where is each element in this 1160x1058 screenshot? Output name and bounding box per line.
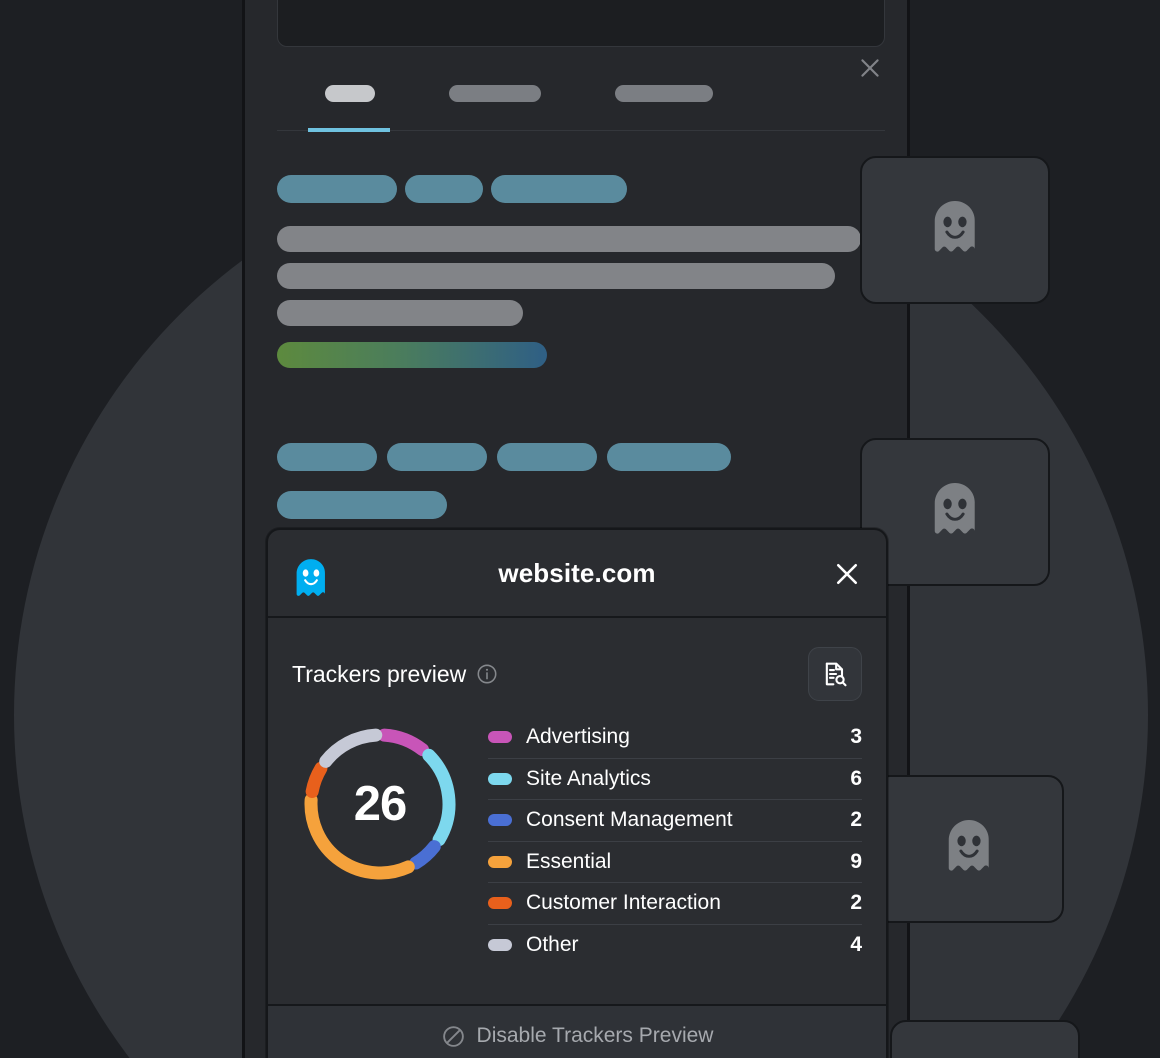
legend-count: 2	[850, 808, 862, 832]
ghost-icon	[942, 817, 996, 882]
legend-count: 3	[850, 725, 862, 749]
skeleton-pill	[405, 175, 483, 203]
ban-circle-slash-icon	[441, 1024, 466, 1049]
skeleton-tab-3[interactable]	[615, 85, 713, 102]
ghost-icon	[928, 198, 982, 263]
ghost-placeholder-card	[874, 775, 1064, 923]
trackers-preview-header: Trackers preview	[292, 647, 862, 701]
trackers-total-count: 26	[353, 777, 408, 831]
skeleton-pill	[277, 175, 397, 203]
legend-row[interactable]: Consent Management 2	[488, 800, 862, 842]
close-icon[interactable]	[857, 55, 883, 81]
skeleton-pill	[277, 491, 447, 519]
legend-label: Other	[526, 933, 579, 957]
legend-swatch	[488, 731, 512, 744]
ghostery-ghost-icon	[293, 558, 329, 598]
legend-count: 2	[850, 891, 862, 915]
ghostery-popup: website.com Trackers preview 26 Advertis…	[266, 528, 888, 1058]
legend-count: 4	[850, 933, 862, 957]
trackers-donut-chart: 26	[292, 716, 468, 892]
skeleton-text-line	[277, 226, 861, 252]
legend-row[interactable]: Other 4	[488, 925, 862, 967]
legend-row[interactable]: Site Analytics 6	[488, 759, 862, 800]
disable-trackers-preview-button[interactable]: Disable Trackers Preview	[268, 1004, 886, 1058]
legend-swatch	[488, 772, 512, 785]
ghost-icon	[928, 480, 982, 545]
skeleton-tab-bar	[277, 85, 885, 132]
legend-swatch	[488, 814, 512, 827]
skeleton-pill	[277, 443, 377, 471]
ghost-placeholder-card	[890, 1020, 1080, 1058]
skeleton-text-line	[277, 263, 835, 289]
close-icon[interactable]	[832, 559, 862, 589]
popup-body: Trackers preview 26 Advertising 3 Site A…	[268, 618, 886, 966]
legend-label: Customer Interaction	[526, 891, 721, 915]
skeleton-pill	[497, 443, 597, 471]
legend-count: 6	[850, 766, 862, 790]
trackers-preview-heading-group: Trackers preview	[292, 661, 498, 688]
legend-label: Site Analytics	[526, 766, 651, 790]
skeleton-pill	[491, 175, 627, 203]
legend-label: Consent Management	[526, 808, 733, 832]
info-circle-icon[interactable]	[476, 663, 498, 685]
screenshot-root: website.com Trackers preview 26 Advertis…	[0, 0, 1160, 1058]
legend-swatch	[488, 939, 512, 952]
legend-row[interactable]: Customer Interaction 2	[488, 883, 862, 925]
legend-row[interactable]: Essential 9	[488, 842, 862, 883]
legend-label: Essential	[526, 849, 612, 873]
active-tab-underline	[308, 128, 390, 132]
skeleton-pill	[387, 443, 487, 471]
skeleton-text-line	[277, 300, 523, 326]
document-search-icon[interactable]	[808, 647, 862, 701]
legend-swatch	[488, 897, 512, 910]
skeleton-gradient-bar	[277, 342, 547, 368]
popup-header: website.com	[268, 530, 886, 618]
ghost-placeholder-card	[860, 156, 1050, 304]
skeleton-tab-1[interactable]	[325, 85, 375, 102]
skeleton-pill	[607, 443, 731, 471]
trackers-legend: Advertising 3 Site Analytics 6 Consent M…	[488, 716, 862, 966]
legend-row[interactable]: Advertising 3	[488, 717, 862, 759]
page-title: website.com	[498, 557, 656, 588]
trackers-preview-content: 26 Advertising 3 Site Analytics 6 Consen…	[292, 716, 862, 966]
legend-swatch	[488, 855, 512, 868]
ghost-placeholder-card	[860, 438, 1050, 586]
section-title: Trackers preview	[292, 660, 467, 687]
legend-count: 9	[850, 849, 862, 873]
skeleton-top-panel	[277, 0, 885, 47]
skeleton-tab-2[interactable]	[449, 85, 541, 102]
disable-trackers-preview-label: Disable Trackers Preview	[476, 1024, 714, 1047]
legend-label: Advertising	[526, 725, 630, 749]
